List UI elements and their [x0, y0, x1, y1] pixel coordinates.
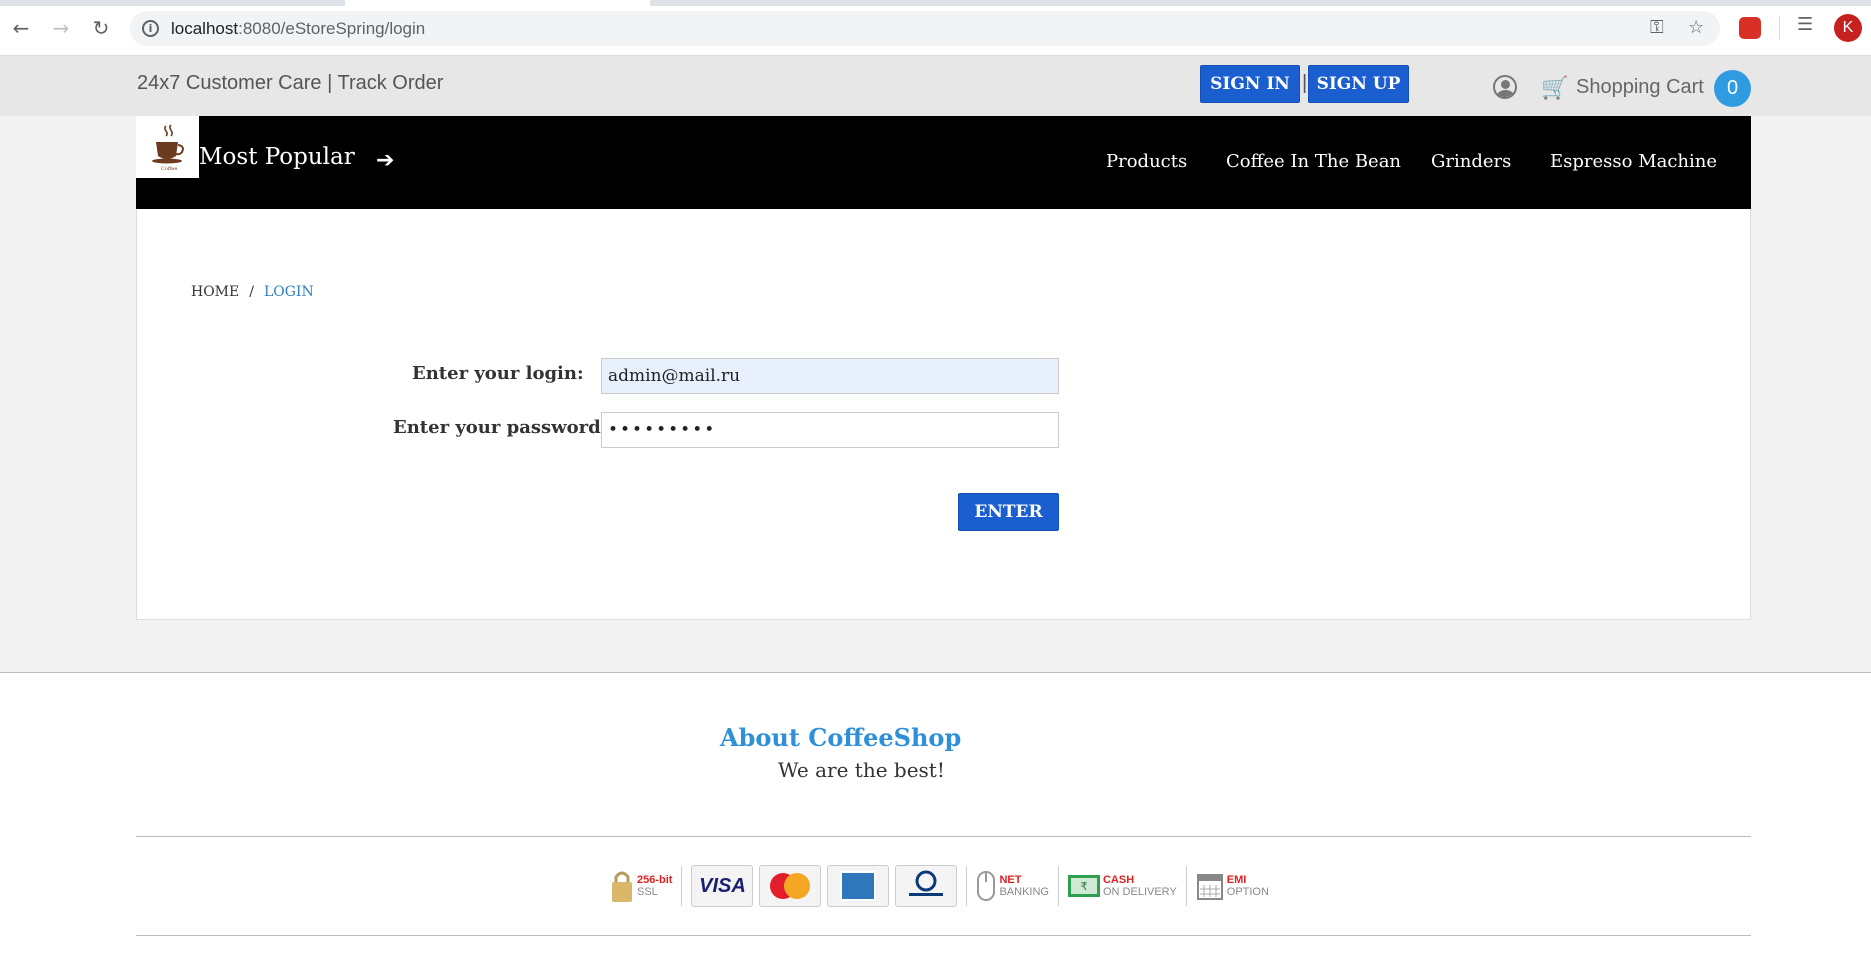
- nav-link-coffee-in-the-bean[interactable]: Coffee In The Bean: [1226, 151, 1401, 172]
- tab-strip: [0, 0, 1871, 6]
- browser-toolbar: ← → ↻ i localhost:8080/eStoreSpring/logi…: [0, 0, 1871, 56]
- password-input[interactable]: [601, 412, 1059, 448]
- diners-club-card-icon: [895, 865, 958, 907]
- calendar-icon: [1196, 874, 1223, 900]
- amex-card-icon: [827, 865, 890, 907]
- extension-icon[interactable]: [1739, 17, 1761, 39]
- breadcrumb-current[interactable]: LOGIN: [264, 284, 314, 300]
- footer-rule-bottom: [136, 935, 1751, 936]
- cart-icon[interactable]: 🛒: [1541, 76, 1568, 101]
- login-panel: HOME / LOGIN Enter your login: Enter your …: [136, 209, 1751, 620]
- coffee-cup-icon: Coffee: [151, 124, 184, 172]
- cart-count-badge[interactable]: 0: [1714, 70, 1751, 107]
- payment-separator: [1057, 866, 1059, 906]
- sign-up-button[interactable]: SIGN UP: [1308, 65, 1409, 103]
- top-bar: 24x7 Customer Care | Track Order SIGN IN…: [0, 56, 1871, 116]
- back-icon[interactable]: ←: [9, 16, 33, 40]
- login-label: Enter your login:: [412, 363, 584, 384]
- ssl-badge: 256-bit SSL: [610, 865, 672, 907]
- about-title: About CoffeeShop: [720, 723, 962, 752]
- cash-on-delivery-badge: ₹ CASH ON DELIVERY: [1067, 865, 1177, 907]
- net-banking-badge: NET BANKING: [976, 865, 1049, 907]
- auth-separator: |: [1302, 72, 1308, 94]
- payment-methods: 256-bit SSL VISA NET BANKING ₹ CASH ON D…: [610, 865, 1269, 907]
- nav-link-products[interactable]: Products: [1106, 151, 1187, 172]
- address-bar[interactable]: i localhost:8080/eStoreSpring/login ⚿ ☆: [130, 11, 1720, 46]
- active-tab[interactable]: [345, 0, 650, 6]
- svg-text:Coffee: Coffee: [161, 166, 177, 172]
- nav-title[interactable]: Most Popular: [199, 144, 355, 170]
- reload-icon[interactable]: ↻: [89, 16, 113, 40]
- payment-separator: [681, 866, 683, 906]
- rupee-note-icon: ₹: [1067, 875, 1100, 897]
- password-label: Enter your password:: [393, 417, 608, 438]
- toolbar-divider: [1779, 16, 1780, 40]
- visa-card-icon: VISA: [691, 865, 754, 907]
- footer-rule-top: [136, 836, 1751, 837]
- about-text: We are the best!: [778, 758, 945, 782]
- site-info-icon[interactable]: i: [142, 20, 159, 37]
- arrow-right-icon[interactable]: ➔: [376, 148, 394, 173]
- emi-option-badge: EMI OPTION: [1196, 865, 1269, 907]
- footer: About CoffeeShop We are the best! 256-bi…: [0, 673, 1871, 955]
- customer-care-link[interactable]: 24x7 Customer Care | Track Order: [137, 72, 443, 95]
- breadcrumb: HOME / LOGIN: [191, 284, 314, 300]
- payment-separator: [1185, 866, 1187, 906]
- main-nav: Coffee Most Popular ➔ Products Coffee In…: [136, 116, 1751, 209]
- coffee-logo[interactable]: Coffee: [136, 116, 199, 178]
- star-icon[interactable]: ☆: [1688, 17, 1704, 38]
- forward-icon[interactable]: →: [49, 16, 73, 40]
- padlock-icon: [612, 871, 632, 902]
- nav-link-espresso-machine[interactable]: Espresso Machine: [1550, 151, 1717, 172]
- enter-button[interactable]: ENTER: [958, 493, 1059, 531]
- media-queue-icon[interactable]: ☰: [1797, 14, 1813, 35]
- breadcrumb-home[interactable]: HOME: [191, 284, 239, 300]
- shopping-cart-link[interactable]: Shopping Cart: [1576, 76, 1704, 99]
- mastercard-icon: [759, 865, 822, 907]
- login-input[interactable]: [601, 358, 1059, 394]
- url-text[interactable]: localhost:8080/eStoreSpring/login: [171, 19, 425, 39]
- mouse-icon: [977, 871, 996, 901]
- user-icon[interactable]: [1493, 75, 1517, 99]
- sign-in-button[interactable]: SIGN IN: [1200, 65, 1300, 103]
- profile-avatar[interactable]: K: [1834, 14, 1862, 42]
- payment-separator: [966, 866, 968, 906]
- breadcrumb-separator: /: [249, 284, 254, 300]
- nav-link-grinders[interactable]: Grinders: [1431, 151, 1511, 172]
- key-icon[interactable]: ⚿: [1650, 17, 1664, 38]
